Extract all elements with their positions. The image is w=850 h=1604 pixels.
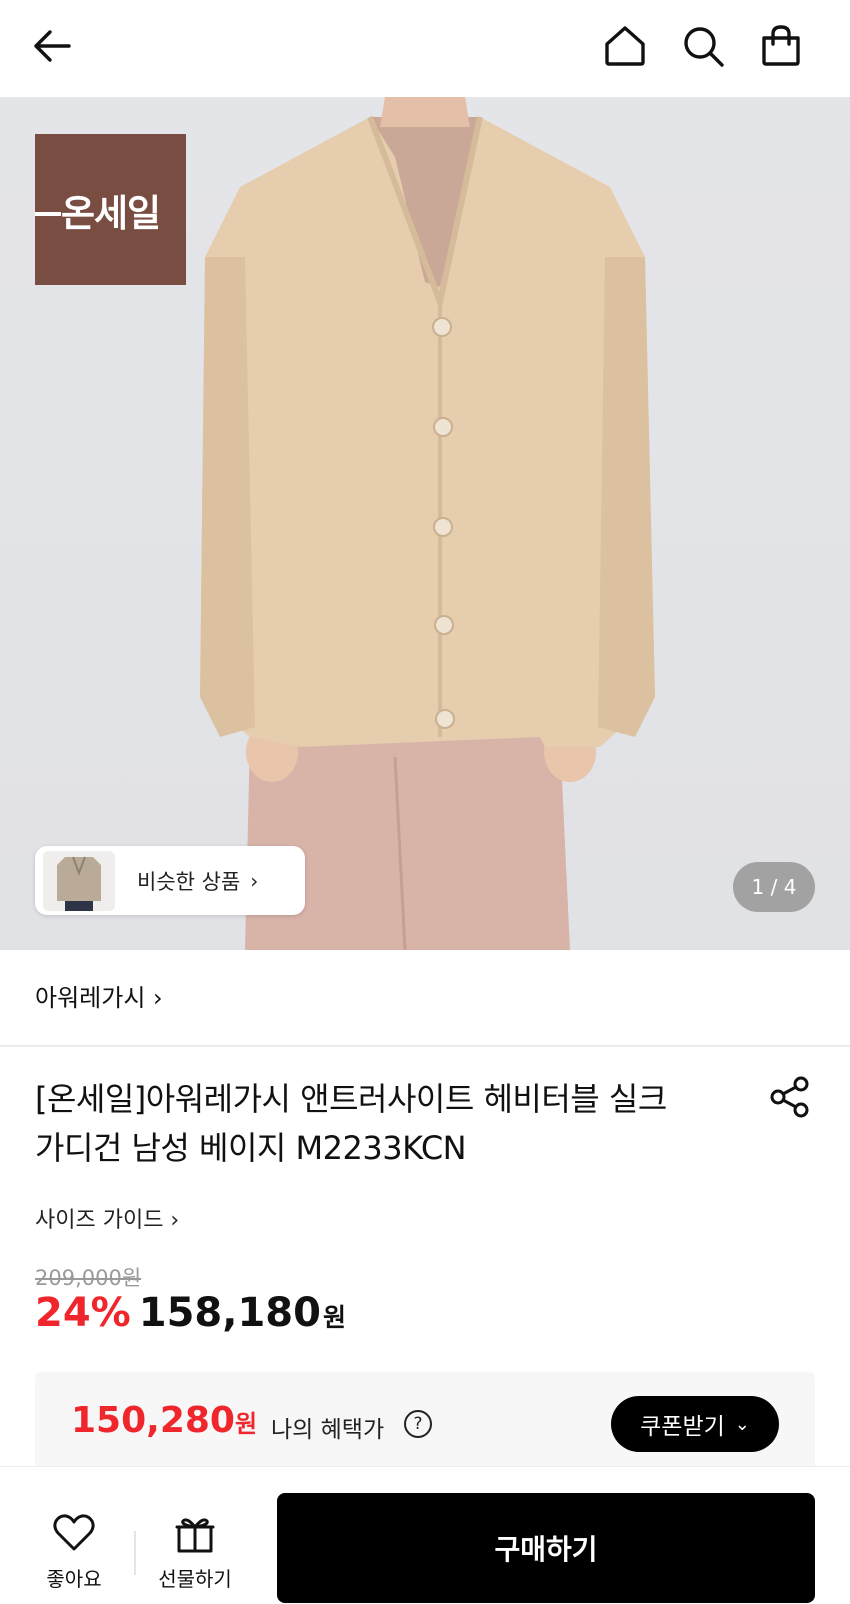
discount-rate: 24% xyxy=(35,1290,131,1336)
gift-label: 선물하기 xyxy=(158,1567,232,1591)
shopping-bag-icon[interactable] xyxy=(756,18,806,74)
gift-icon xyxy=(175,1518,215,1553)
benefit-price-box: 150,280원 나의 혜택가 ? 쿠폰받기 ⌄ xyxy=(35,1372,815,1472)
size-guide-link[interactable]: 사이즈 가이드 › xyxy=(35,1202,179,1234)
question-icon[interactable]: ? xyxy=(404,1410,432,1438)
back-arrow-icon[interactable] xyxy=(27,18,77,74)
get-coupon-label: 쿠폰받기 xyxy=(640,1414,725,1440)
bottom-action-bar: 좋아요 선물하기 구매하기 xyxy=(0,1466,850,1604)
price-row: 24% 158,180 원 xyxy=(35,1290,346,1336)
like-button[interactable]: 좋아요 xyxy=(29,1513,119,1592)
chevron-right-icon: › xyxy=(250,868,259,893)
buy-button[interactable]: 구매하기 xyxy=(277,1493,815,1603)
product-title-line-1: [온세일]아워레가시 앤트러사이트 헤비터블 실크 xyxy=(35,1080,667,1118)
top-navigation-bar xyxy=(0,0,850,97)
similar-product-thumbnail xyxy=(43,850,115,911)
similar-products-button[interactable]: 비슷한 상품 › xyxy=(35,846,305,915)
benefit-price-value: 150,280 xyxy=(71,1400,235,1441)
benefit-price: 150,280원 xyxy=(71,1400,257,1441)
benefit-price-unit: 원 xyxy=(234,1410,258,1438)
badge-stripe xyxy=(35,212,61,216)
search-icon[interactable] xyxy=(678,18,728,74)
like-label: 좋아요 xyxy=(46,1567,102,1591)
share-icon[interactable] xyxy=(768,1075,812,1119)
bottom-separator xyxy=(134,1531,136,1575)
similar-products-label: 비슷한 상품 xyxy=(137,869,241,894)
sale-price: 158,180 xyxy=(138,1290,321,1336)
get-coupon-button[interactable]: 쿠폰받기 ⌄ xyxy=(611,1396,779,1452)
chevron-down-icon: ⌄ xyxy=(734,1413,750,1435)
image-page-indicator: 1 / 4 xyxy=(733,862,815,912)
gift-button[interactable]: 선물하기 xyxy=(150,1513,240,1592)
benefit-price-label: 나의 혜택가 xyxy=(271,1417,385,1443)
price-unit: 원 xyxy=(322,1303,346,1332)
original-price: 209,000원 xyxy=(35,1266,142,1290)
product-image-carousel[interactable]: 온세일 비슷한 상품 › 1 / 4 xyxy=(0,97,850,950)
on-sale-badge: 온세일 xyxy=(35,134,186,285)
brand-link[interactable]: 아워레가시 › xyxy=(35,978,163,1013)
product-title-line-2: 가디건 남성 베이지 M2233KCN xyxy=(35,1129,467,1167)
badge-text: 온세일 xyxy=(60,191,161,235)
home-icon[interactable] xyxy=(600,18,650,74)
product-title: [온세일]아워레가시 앤트러사이트 헤비터블 실크 가디건 남성 베이지 M22… xyxy=(35,1075,735,1173)
heart-icon xyxy=(53,1514,95,1551)
section-divider xyxy=(0,1045,850,1047)
